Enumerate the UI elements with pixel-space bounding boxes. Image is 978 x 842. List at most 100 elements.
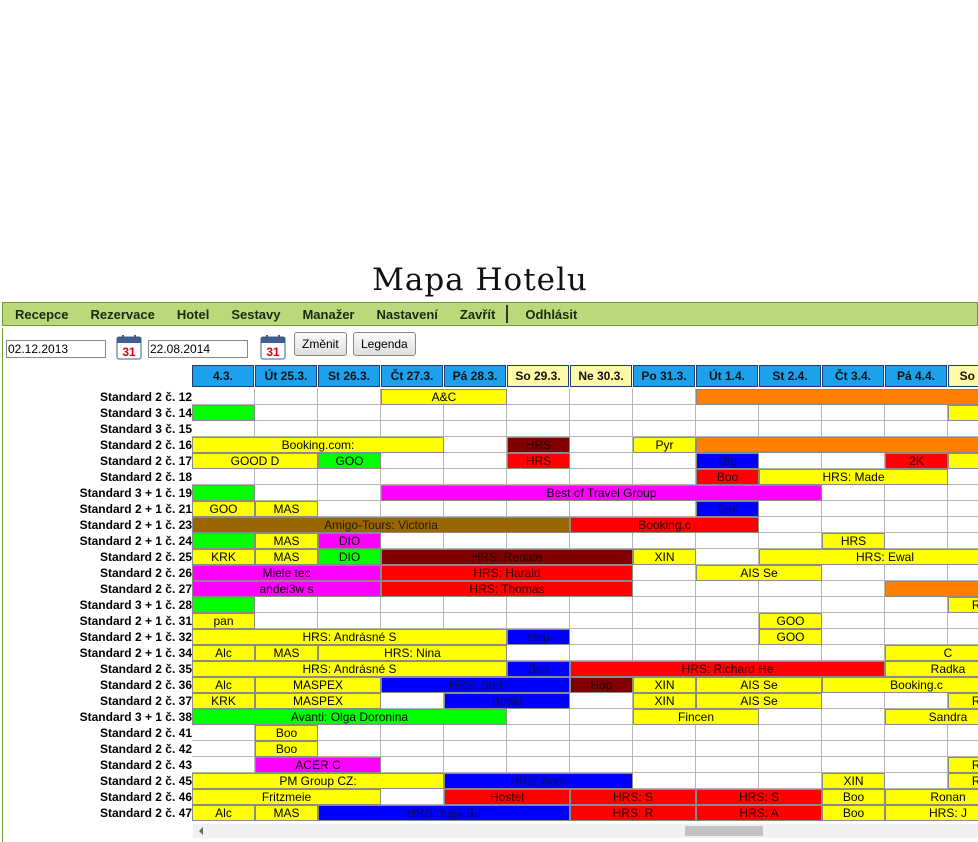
grid-cell[interactable] <box>633 773 696 789</box>
room-label[interactable]: Standard 2 č. 46 <box>2 789 192 805</box>
grid-cell[interactable] <box>822 613 885 629</box>
grid-cell[interactable] <box>381 613 444 629</box>
booking-bar[interactable]: Booking.c <box>822 677 978 693</box>
grid-cell[interactable] <box>633 597 696 613</box>
grid-cell[interactable] <box>318 405 381 421</box>
day-header[interactable]: Pá 28.3. <box>444 365 506 387</box>
booking-bar[interactable]: Avanti: Olga Doronina <box>192 709 507 725</box>
room-label[interactable]: Standard 2 č. 26 <box>2 565 192 581</box>
grid-cell[interactable] <box>444 501 507 517</box>
booking-bar[interactable] <box>696 389 978 405</box>
booking-bar[interactable]: MASPEX <box>255 677 381 693</box>
grid-cell[interactable] <box>192 725 255 741</box>
grid-cell[interactable] <box>444 613 507 629</box>
change-button[interactable]: Změnit <box>294 332 347 356</box>
booking-bar[interactable]: HRS <box>507 437 570 453</box>
booking-bar[interactable]: HRS: S <box>570 789 696 805</box>
booking-bar[interactable]: Boo <box>822 789 885 805</box>
booking-bar[interactable]: Boo <box>696 469 759 485</box>
booking-bar[interactable]: GOO <box>192 501 255 517</box>
booking-bar[interactable]: GOO <box>759 629 822 645</box>
booking-bar[interactable]: HRS <box>822 533 885 549</box>
room-label[interactable]: Standard 2 č. 16 <box>2 437 192 453</box>
booking-bar[interactable]: Boo <box>822 805 885 821</box>
grid-cell[interactable] <box>192 741 255 757</box>
grid-cell[interactable] <box>948 485 978 501</box>
booking-bar[interactable]: MASPEX <box>255 693 381 709</box>
day-header[interactable]: St 26.3. <box>318 365 380 387</box>
grid-cell[interactable] <box>948 629 978 645</box>
grid-cell[interactable] <box>381 421 444 437</box>
booking-bar[interactable]: HRS: Harald <box>381 565 633 581</box>
grid-cell[interactable] <box>570 613 633 629</box>
grid-cell[interactable] <box>696 741 759 757</box>
menu-item-4[interactable]: Manažer <box>302 307 354 322</box>
booking-bar[interactable]: HRS: Inga Bu <box>318 805 570 821</box>
grid-cell[interactable] <box>255 421 318 437</box>
booking-bar[interactable]: XIN <box>822 773 885 789</box>
booking-bar[interactable]: GOO <box>759 613 822 629</box>
grid-cell[interactable] <box>948 725 978 741</box>
grid-cell[interactable] <box>696 533 759 549</box>
grid-cell[interactable] <box>822 757 885 773</box>
booking-bar[interactable]: HRS: Andr <box>444 773 633 789</box>
grid-cell[interactable] <box>759 757 822 773</box>
grid-cell[interactable] <box>948 741 978 757</box>
grid-cell[interactable] <box>381 741 444 757</box>
grid-cell[interactable] <box>507 613 570 629</box>
grid-cell[interactable] <box>885 565 948 581</box>
day-header[interactable]: So 29.3. <box>507 365 569 387</box>
day-header[interactable]: Pá 4.4. <box>885 365 947 387</box>
date-to-input[interactable] <box>148 340 248 358</box>
grid-cell[interactable] <box>885 757 948 773</box>
room-label[interactable]: Standard 2 č. 47 <box>2 805 192 821</box>
booking-bar[interactable]: XIN <box>633 693 696 709</box>
grid-cell[interactable] <box>822 565 885 581</box>
room-label[interactable]: Standard 2 č. 45 <box>2 773 192 789</box>
booking-bar[interactable]: Radka <box>885 661 978 677</box>
grid-cell[interactable] <box>759 581 822 597</box>
grid-cell[interactable] <box>444 469 507 485</box>
menu-item-6[interactable]: Zavřít <box>460 307 495 322</box>
grid-cell[interactable] <box>633 405 696 421</box>
grid-cell[interactable] <box>759 597 822 613</box>
booking-bar[interactable]: AIS Se <box>696 693 822 709</box>
booking-bar[interactable]: Boo <box>255 741 318 757</box>
booking-bar[interactable]: A&C <box>381 389 507 405</box>
room-label[interactable]: Standard 3 + 1 č. 38 <box>2 709 192 725</box>
booking-bar[interactable]: Pyr <box>633 437 696 453</box>
booking-bar[interactable]: GOOD D <box>192 453 318 469</box>
room-label[interactable]: Standard 2 + 1 č. 31 <box>2 613 192 629</box>
grid-cell[interactable] <box>885 629 948 645</box>
grid-cell[interactable] <box>759 517 822 533</box>
room-label[interactable]: Standard 2 č. 27 <box>2 581 192 597</box>
room-label[interactable]: Standard 2 č. 37 <box>2 693 192 709</box>
booking-bar[interactable]: Best of Travel Group <box>381 485 822 501</box>
grid-cell[interactable] <box>255 389 318 405</box>
menu-item-7[interactable]: Odhlásit <box>525 307 577 322</box>
booking-bar[interactable]: HRS: Thomas <box>381 581 633 597</box>
room-label[interactable]: Standard 2 č. 36 <box>2 677 192 693</box>
grid-cell[interactable] <box>696 613 759 629</box>
grid-cell[interactable] <box>633 421 696 437</box>
booking-bar[interactable]: Hop <box>507 629 570 645</box>
grid-cell[interactable] <box>633 757 696 773</box>
booking-bar[interactable]: Ru <box>948 773 978 789</box>
grid-cell[interactable] <box>822 581 885 597</box>
booking-bar[interactable]: Alc <box>192 645 255 661</box>
grid-cell[interactable] <box>381 533 444 549</box>
booking-bar[interactable]: XIN <box>633 549 696 565</box>
booking-bar[interactable]: Miele tec <box>192 565 381 581</box>
grid-cell[interactable] <box>696 725 759 741</box>
room-label[interactable]: Standard 2 + 1 č. 21 <box>2 501 192 517</box>
grid-cell[interactable] <box>381 469 444 485</box>
grid-cell[interactable] <box>759 501 822 517</box>
booking-bar[interactable]: Olg <box>696 453 759 469</box>
grid-cell[interactable] <box>759 709 822 725</box>
grid-cell[interactable] <box>507 725 570 741</box>
grid-cell[interactable] <box>633 629 696 645</box>
legend-button[interactable]: Legenda <box>353 332 416 356</box>
grid-cell[interactable] <box>885 405 948 421</box>
grid-cell[interactable] <box>948 565 978 581</box>
room-label[interactable]: Standard 2 č. 42 <box>2 741 192 757</box>
